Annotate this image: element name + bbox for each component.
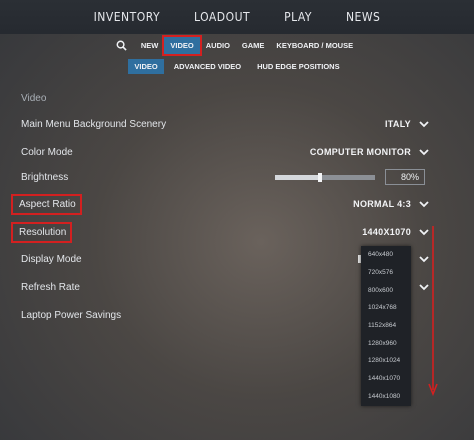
resolution-option[interactable]: 1280x960 — [361, 334, 411, 352]
chevron-down-icon — [419, 121, 429, 128]
search-icon[interactable] — [115, 40, 129, 51]
resolution-option[interactable]: 1280x1024 — [361, 352, 411, 370]
refresh-rate-label: Refresh Rate — [21, 281, 80, 293]
resolution-option[interactable]: 720x576 — [361, 264, 411, 282]
video-subtabs: VIDEO ADVANCED VIDEO HUD EDGE POSITIONS — [0, 57, 474, 75]
brightness-slider-fill — [275, 175, 320, 180]
aspect-ratio-value: NORMAL 4:3 — [353, 199, 411, 209]
display-mode-label: Display Mode — [21, 253, 82, 265]
row-aspect-ratio[interactable]: Aspect Ratio NORMAL 4:3 — [11, 193, 431, 215]
row-scenery[interactable]: Main Menu Background Scenery ITALY — [15, 113, 431, 135]
resolution-option[interactable]: 1024x768 — [361, 299, 411, 317]
color-mode-value: COMPUTER MONITOR — [309, 147, 411, 157]
tab-audio[interactable]: AUDIO — [200, 37, 236, 54]
resolution-option[interactable]: 1440x1070 — [361, 370, 411, 388]
resolution-option[interactable]: 800x600 — [361, 281, 411, 299]
tab-new[interactable]: NEW — [135, 37, 165, 54]
subtab-video[interactable]: VIDEO — [128, 58, 164, 74]
nav-inventory[interactable]: INVENTORY — [77, 10, 177, 24]
brightness-label: Brightness — [21, 171, 69, 183]
color-mode-label: Color Mode — [21, 146, 73, 158]
resolution-label: Resolution — [10, 221, 73, 243]
tab-game[interactable]: GAME — [236, 37, 271, 54]
nav-loadout[interactable]: LOADOUT — [177, 10, 267, 24]
brightness-slider[interactable] — [275, 173, 375, 182]
resolution-option[interactable]: 640x480 — [361, 246, 411, 264]
settings-tabs: NEW VIDEO AUDIO GAME KEYBOARD / MOUSE — [0, 34, 474, 56]
aspect-ratio-select[interactable]: NORMAL 4:3 — [353, 199, 431, 209]
resolution-option[interactable]: 1440x1080 — [361, 388, 411, 406]
resolution-option[interactable]: 1152x864 — [361, 317, 411, 335]
subtab-hud-edge-positions[interactable]: HUD EDGE POSITIONS — [251, 59, 346, 74]
chevron-down-icon — [419, 201, 429, 208]
color-mode-select[interactable]: COMPUTER MONITOR — [310, 147, 431, 157]
resolution-value: 1440X1070 — [362, 227, 411, 237]
row-color-mode[interactable]: Color Mode COMPUTER MONITOR — [15, 141, 431, 163]
scenery-label: Main Menu Background Scenery — [21, 118, 167, 130]
scenery-value: ITALY — [384, 119, 411, 129]
brightness-value[interactable]: 80% — [385, 169, 425, 185]
aspect-ratio-label: Aspect Ratio — [11, 193, 82, 215]
chevron-down-icon — [419, 149, 429, 156]
resolution-dropdown: 640x480 720x576 800x600 1024x768 1152x86… — [361, 246, 411, 406]
scenery-select[interactable]: ITALY — [385, 119, 431, 129]
subtab-advanced-video[interactable]: ADVANCED VIDEO — [168, 59, 247, 74]
arrow-down-icon — [428, 226, 438, 397]
brightness-slider-handle[interactable] — [318, 173, 322, 182]
tab-video[interactable]: VIDEO — [162, 34, 202, 56]
nav-play[interactable]: PLAY — [267, 10, 329, 24]
section-title: Video — [21, 93, 47, 104]
top-nav: INVENTORY LOADOUT PLAY NEWS — [0, 0, 474, 34]
nav-news[interactable]: NEWS — [329, 10, 397, 24]
resolution-select[interactable]: 1440X1070 — [362, 227, 431, 237]
row-resolution[interactable]: Resolution 1440X1070 — [10, 221, 431, 243]
tab-keyboard-mouse[interactable]: KEYBOARD / MOUSE — [270, 37, 359, 54]
laptop-power-label: Laptop Power Savings — [21, 309, 122, 321]
